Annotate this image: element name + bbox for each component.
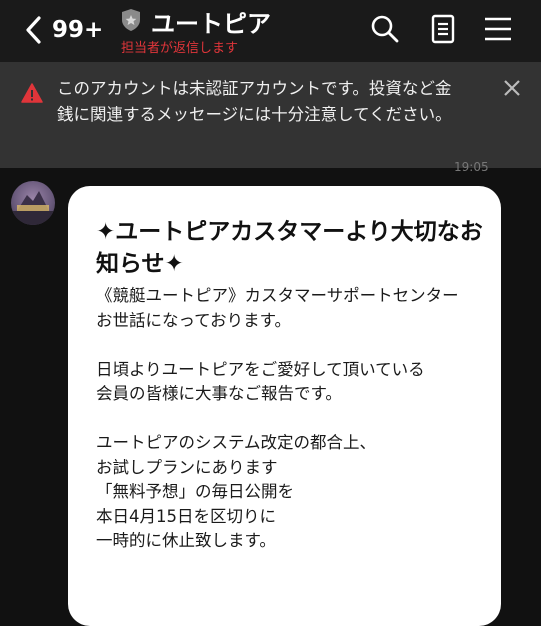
shield-badge-icon: [122, 9, 140, 31]
notes-icon[interactable]: [427, 13, 459, 45]
chat-header: 99+ ユートピア 担当者が返信します: [0, 0, 541, 62]
unread-count: 99+: [52, 17, 104, 43]
unverified-account-warning: このアカウントは未認証アカウントです。投資など金銭に関連するメッセージには十分注…: [0, 62, 541, 168]
warning-icon: [21, 83, 43, 103]
close-icon[interactable]: [502, 78, 522, 98]
message-title: ✦ユートピアカスタマーより大切なお知らせ✦: [96, 219, 483, 277]
avatar[interactable]: [11, 181, 55, 225]
reply-status: 担当者が返信します: [121, 41, 239, 56]
avatar-image: [11, 191, 55, 225]
chevron-left-icon: [26, 16, 41, 44]
message-body: 《競艇ユートピア》カスタマーサポートセンター お世話になっております。 日頃より…: [96, 286, 459, 550]
search-icon[interactable]: [369, 13, 401, 45]
menu-icon[interactable]: [482, 13, 514, 45]
message-timestamp: 19:05: [454, 160, 489, 174]
chat-area[interactable]: 19:05 ✦ユートピアカスタマーより大切なお知らせ✦ 《競艇ユートピア》カスタ…: [0, 160, 541, 626]
account-name[interactable]: ユートピア: [151, 4, 271, 39]
back-button[interactable]: 99+: [24, 12, 104, 48]
message-bubble[interactable]: ✦ユートピアカスタマーより大切なお知らせ✦ 《競艇ユートピア》カスタマーサポート…: [68, 186, 501, 626]
warning-text: このアカウントは未認証アカウントです。投資など金銭に関連するメッセージには十分注…: [57, 79, 452, 124]
